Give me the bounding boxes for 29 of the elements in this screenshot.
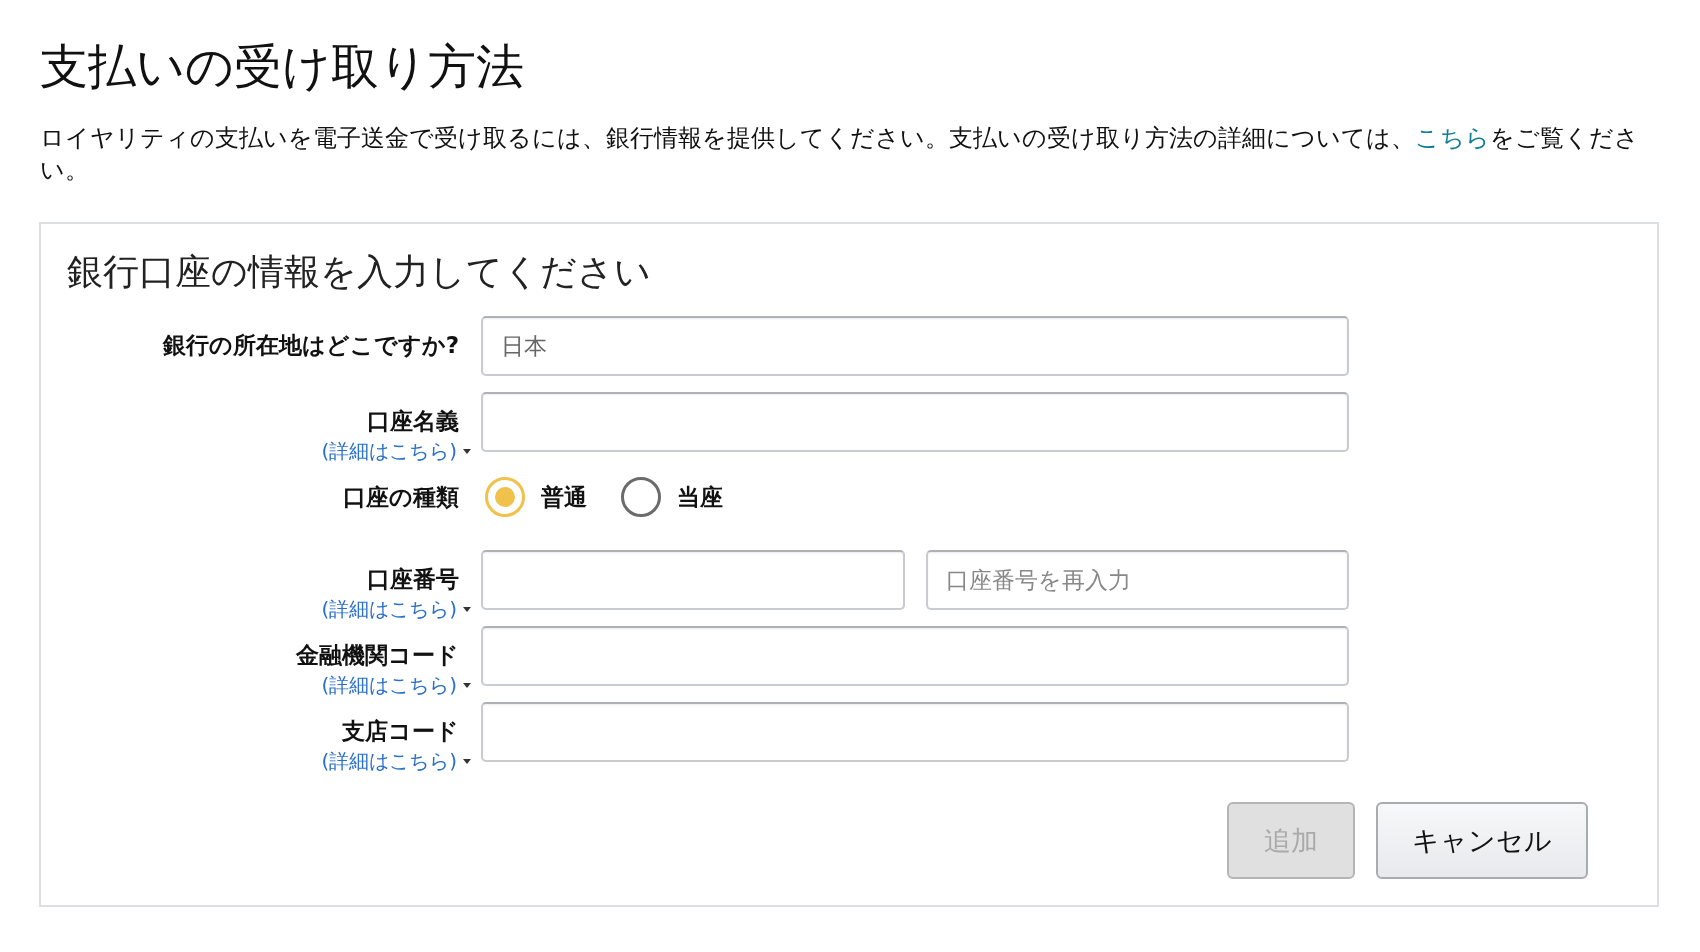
input-field[interactable]: [481, 550, 905, 610]
form-button[interactable]: キャンセル: [1376, 802, 1588, 879]
radio-button[interactable]: [621, 477, 661, 517]
caret-icon: [463, 448, 471, 454]
input-field[interactable]: 日本: [481, 316, 1349, 376]
details-link[interactable]: (詳細はこちら): [321, 438, 471, 464]
input-field[interactable]: 口座番号を再入力: [925, 550, 1349, 610]
radio-label[interactable]: 当座: [677, 481, 723, 513]
radio-label[interactable]: 普通: [541, 481, 587, 513]
page-title: 支払いの受け取り方法: [40, 37, 525, 96]
field-label: 口座番号: [367, 565, 459, 594]
input-field[interactable]: [481, 702, 1349, 762]
caret-icon: [463, 606, 471, 612]
input-field[interactable]: [481, 626, 1349, 686]
field-label: 口座名義: [367, 407, 459, 436]
field-label: 支店コード: [342, 717, 459, 746]
radio-button[interactable]: [485, 477, 525, 517]
caret-icon: [463, 682, 471, 688]
details-link[interactable]: (詳細はこちら): [321, 748, 471, 774]
field-label: 金融機関コード: [296, 641, 459, 670]
details-link[interactable]: こちら: [1415, 124, 1490, 152]
input-field[interactable]: [481, 392, 1349, 452]
field-label: 口座の種類: [343, 483, 459, 512]
details-link[interactable]: (詳細はこちら): [321, 596, 471, 622]
description-text: ロイヤリティの支払いを電子送金で受け取るには、銀行情報を提供してください。支払いの受け取り方法の詳細については、こちら をご覧ください。: [40, 123, 1640, 186]
details-link[interactable]: (詳細はこちら): [321, 672, 471, 698]
field-label: 銀行の所在地はどこですか?: [162, 331, 459, 360]
caret-icon: [463, 758, 471, 764]
form-title: 銀行口座の情報を入力してください: [67, 250, 652, 294]
